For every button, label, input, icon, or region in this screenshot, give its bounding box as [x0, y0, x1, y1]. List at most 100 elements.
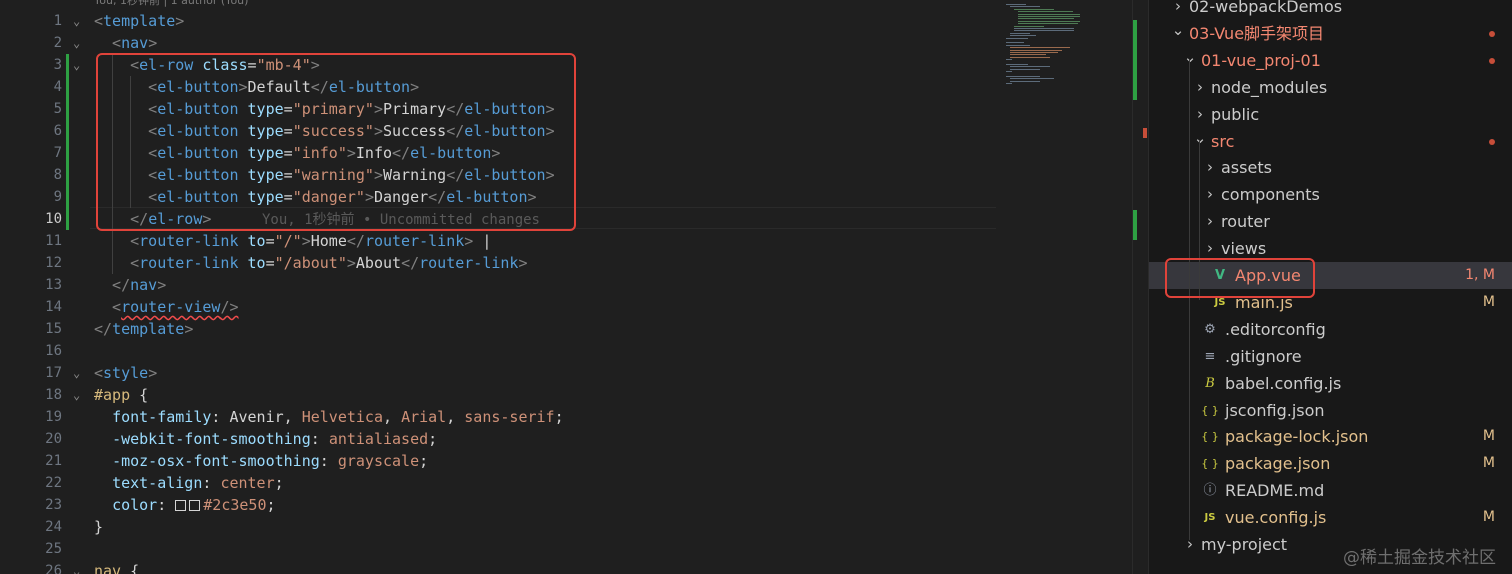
git-added-marker — [66, 120, 69, 142]
code-line[interactable]: <nav> — [94, 32, 157, 54]
code-token: | — [482, 232, 492, 250]
minimap[interactable] — [996, 0, 1132, 574]
chevron-right-icon[interactable]: › — [1203, 208, 1217, 235]
tree-item-readme-md[interactable]: ⓘ README.md — [1149, 477, 1512, 504]
color-swatch-icon[interactable] — [175, 500, 187, 511]
chevron-right-icon[interactable]: › — [1183, 531, 1197, 558]
tree-item-01-vue-proj-01[interactable]: ⌄ 01-vue_proj-01 — [1149, 47, 1512, 74]
code-token: ; — [554, 408, 564, 426]
modified-dot-icon — [1489, 57, 1495, 64]
code-editor[interactable]: You, 1秒钟前 | 1 author (You) 1 ⌄ 2 ⌄ 3 ⌄ 4 5 6 7 8 9 1… — [0, 0, 1148, 574]
tree-item-node-modules[interactable]: › node_modules — [1149, 74, 1512, 101]
code-token: { — [130, 386, 149, 404]
tree-item-router[interactable]: › router — [1149, 208, 1512, 235]
code-token: #app — [94, 386, 131, 404]
json-icon: { } — [1201, 430, 1219, 444]
fold-chevron-icon[interactable]: ⌄ — [73, 362, 87, 384]
code-line[interactable]: </nav> — [94, 274, 166, 296]
line-number: 25 — [45, 541, 62, 557]
tree-item-editorconfig[interactable]: ⚙ .editorconfig — [1149, 316, 1512, 343]
minimap-line — [1006, 4, 1026, 5]
minimap-line — [1014, 25, 1044, 27]
tree-item-package-lock-json[interactable]: { } package-lock.json M — [1149, 423, 1512, 450]
code-token: color — [112, 496, 158, 514]
code-token: = — [265, 254, 275, 272]
chevron-down-icon[interactable]: ⌄ — [1183, 47, 1197, 67]
code-line[interactable]: <style> — [94, 362, 157, 384]
code-token: < — [94, 298, 122, 316]
code-token: ; — [428, 430, 438, 448]
tree-item-package-json[interactable]: { } package.json M — [1149, 450, 1512, 477]
tree-item-label: src — [1211, 131, 1235, 151]
code-token: About — [355, 254, 402, 272]
json-icon: { } — [1201, 457, 1219, 471]
tree-item-vue-config-js[interactable]: JS vue.config.js M — [1149, 504, 1512, 531]
tree-item-gitignore[interactable]: ≡ .gitignore — [1149, 343, 1512, 370]
minimap-line — [1014, 30, 1074, 32]
code-line[interactable]: font-family: Avenir, Helvetica, Arial, s… — [94, 406, 564, 428]
tree-item-label: router — [1221, 212, 1270, 232]
code-token: , — [446, 408, 465, 426]
code-line[interactable]: <router-link to="/about">About</router-l… — [94, 252, 527, 274]
minimap-line — [1018, 18, 1074, 20]
tree-item-assets[interactable]: › assets — [1149, 154, 1512, 181]
line-number: 2 — [53, 35, 62, 51]
code-line[interactable]: -webkit-font-smoothing: antialiased; — [94, 428, 437, 450]
tree-item-02-webpackdemos[interactable]: › 02-webpackDemos — [1149, 0, 1512, 20]
code-line[interactable]: </template> — [94, 318, 193, 340]
code-line[interactable]: <router-link to="/">Home</router-link> | — [94, 230, 491, 252]
chevron-right-icon[interactable]: › — [1193, 101, 1207, 128]
chevron-down-icon[interactable]: ⌄ — [1193, 128, 1207, 148]
tree-item-src[interactable]: ⌄ src — [1149, 128, 1512, 155]
chevron-right-icon[interactable]: › — [1203, 154, 1217, 181]
chevron-down-icon[interactable]: ⌄ — [1171, 20, 1185, 40]
code-token: > — [148, 34, 158, 52]
chevron-right-icon[interactable]: › — [1203, 181, 1217, 208]
tree-item-jsconfig-json[interactable]: { } jsconfig.json — [1149, 397, 1512, 424]
chevron-right-icon[interactable]: › — [1171, 0, 1185, 20]
code-token: -webkit-font-smoothing — [112, 430, 311, 448]
tree-item-components[interactable]: › components — [1149, 181, 1512, 208]
minimap-line — [1010, 54, 1046, 56]
file-explorer[interactable]: › 02-webpackDemos ⌄ 03-Vue脚手架项目 ⌄ 01-vue_proj… — [1148, 0, 1512, 574]
code-line[interactable]: text-align: center; — [94, 472, 284, 494]
code-token: text-align — [112, 474, 203, 492]
tree-item-babel-config-js[interactable]: Bbabel.config.js — [1149, 370, 1512, 397]
code-line[interactable]: color: #2c3e50; — [94, 494, 275, 516]
scroll-change-marker — [1133, 210, 1137, 240]
code-token: < — [94, 364, 104, 382]
fold-chevron-icon[interactable]: ⌄ — [73, 560, 87, 574]
git-status-badge: M — [1482, 509, 1495, 526]
git-status-badge: 1, M — [1465, 267, 1495, 283]
tree-item-public[interactable]: › public — [1149, 101, 1512, 128]
fold-chevron-icon[interactable]: ⌄ — [73, 384, 87, 406]
json-icon: { } — [1201, 403, 1219, 417]
code-line[interactable]: <template> — [94, 10, 184, 32]
fold-chevron-icon[interactable]: ⌄ — [73, 54, 87, 76]
code-line[interactable]: #app { — [94, 384, 148, 406]
code-token: < — [94, 254, 140, 272]
line-number: 1 — [53, 13, 62, 29]
fold-chevron-icon[interactable]: ⌄ — [73, 32, 87, 54]
tree-item-label: node_modules — [1211, 77, 1328, 97]
code-token: center — [220, 474, 275, 492]
code-line[interactable]: -moz-osx-font-smoothing: grayscale; — [94, 450, 428, 472]
minimap-line — [1010, 56, 1050, 58]
editor-scrollbar[interactable] — [1132, 0, 1148, 574]
tree-item-03-vue[interactable]: ⌄ 03-Vue脚手架项目 — [1149, 20, 1512, 47]
code-line[interactable]: <router-view/> — [94, 296, 238, 318]
modified-dot-icon — [1489, 30, 1495, 37]
chevron-right-icon[interactable]: › — [1193, 74, 1207, 101]
color-swatch-icon[interactable] — [189, 500, 201, 511]
babel-icon: B — [1205, 375, 1215, 391]
code-token: = — [265, 232, 275, 250]
minimap-line — [1010, 32, 1030, 34]
code-line[interactable]: } — [94, 516, 103, 538]
code-token: } — [94, 518, 104, 536]
code-line[interactable]: nav { — [94, 560, 139, 574]
minimap-line — [1018, 11, 1073, 13]
watermark: @稀土掘金技术社区 — [1343, 548, 1496, 568]
tree-item-label: .gitignore — [1225, 346, 1302, 366]
fold-chevron-icon[interactable]: ⌄ — [73, 10, 87, 32]
